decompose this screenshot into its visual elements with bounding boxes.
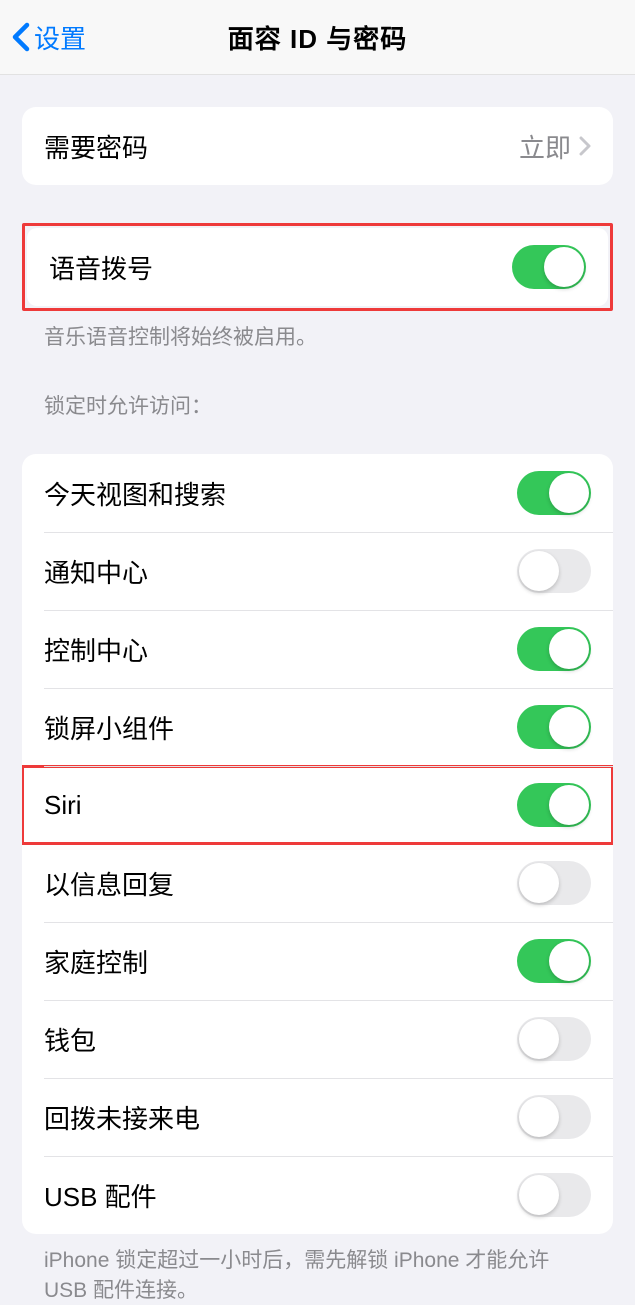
row-label: 控制中心 (44, 631, 517, 668)
group-require-passcode: 需要密码 立即 (22, 107, 613, 185)
locked-access-header: 锁定时允许访问： (22, 352, 613, 430)
toggle-locked-item[interactable] (517, 627, 591, 671)
highlight-voice-dial: 语音拨号 (22, 223, 613, 311)
row-locked-item[interactable]: 以信息回复 (22, 844, 613, 922)
toggle-voice-dial[interactable] (512, 245, 586, 289)
row-label: 家庭控制 (44, 943, 517, 980)
back-button[interactable]: 设置 (12, 19, 86, 56)
toggle-locked-item[interactable] (517, 1095, 591, 1139)
row-label: 锁屏小组件 (44, 709, 517, 746)
row-locked-item[interactable]: 家庭控制 (22, 922, 613, 1000)
row-locked-item[interactable]: 回拨未接来电 (22, 1078, 613, 1156)
row-label: 通知中心 (44, 553, 517, 590)
toggle-locked-item[interactable] (517, 471, 591, 515)
toggle-locked-item[interactable] (517, 705, 591, 749)
row-label: 语音拨号 (49, 249, 512, 286)
toggle-locked-item[interactable] (517, 1017, 591, 1061)
group-locked-access: 今天视图和搜索通知中心控制中心锁屏小组件 Siri 以信息回复家庭控制钱包回拨未接来… (22, 454, 613, 1234)
row-label: Siri (44, 790, 517, 821)
row-locked-item[interactable]: Siri (22, 766, 613, 844)
toggle-locked-item[interactable] (517, 861, 591, 905)
toggle-locked-item[interactable] (517, 1173, 591, 1217)
voice-dial-footer: 音乐语音控制将始终被启用。 (22, 311, 613, 352)
locked-access-footer: iPhone 锁定超过一小时后，需先解锁 iPhone 才能允许 USB 配件连… (22, 1234, 613, 1305)
row-value: 立即 (519, 128, 571, 165)
row-voice-dial[interactable]: 语音拨号 (27, 228, 608, 306)
page-title: 面容 ID 与密码 (0, 19, 635, 56)
chevron-right-icon (579, 136, 591, 156)
back-label: 设置 (34, 19, 86, 56)
row-label: 今天视图和搜索 (44, 475, 517, 512)
row-locked-item[interactable]: 锁屏小组件 (22, 688, 613, 766)
row-label: USB 配件 (44, 1177, 517, 1214)
nav-header: 设置 面容 ID 与密码 (0, 0, 635, 75)
toggle-locked-item[interactable] (517, 549, 591, 593)
row-require-passcode[interactable]: 需要密码 立即 (22, 107, 613, 185)
row-locked-item[interactable]: USB 配件 (22, 1156, 613, 1234)
row-locked-item[interactable]: 通知中心 (22, 532, 613, 610)
toggle-locked-item[interactable] (517, 939, 591, 983)
row-label: 钱包 (44, 1021, 517, 1058)
row-locked-item[interactable]: 控制中心 (22, 610, 613, 688)
chevron-left-icon (12, 23, 30, 51)
row-label: 回拨未接来电 (44, 1099, 517, 1136)
row-label: 需要密码 (44, 128, 519, 165)
row-locked-item[interactable]: 今天视图和搜索 (22, 454, 613, 532)
row-locked-item[interactable]: 钱包 (22, 1000, 613, 1078)
toggle-locked-item[interactable] (517, 783, 591, 827)
group-voice-dial: 语音拨号 (27, 228, 608, 306)
row-label: 以信息回复 (44, 865, 517, 902)
